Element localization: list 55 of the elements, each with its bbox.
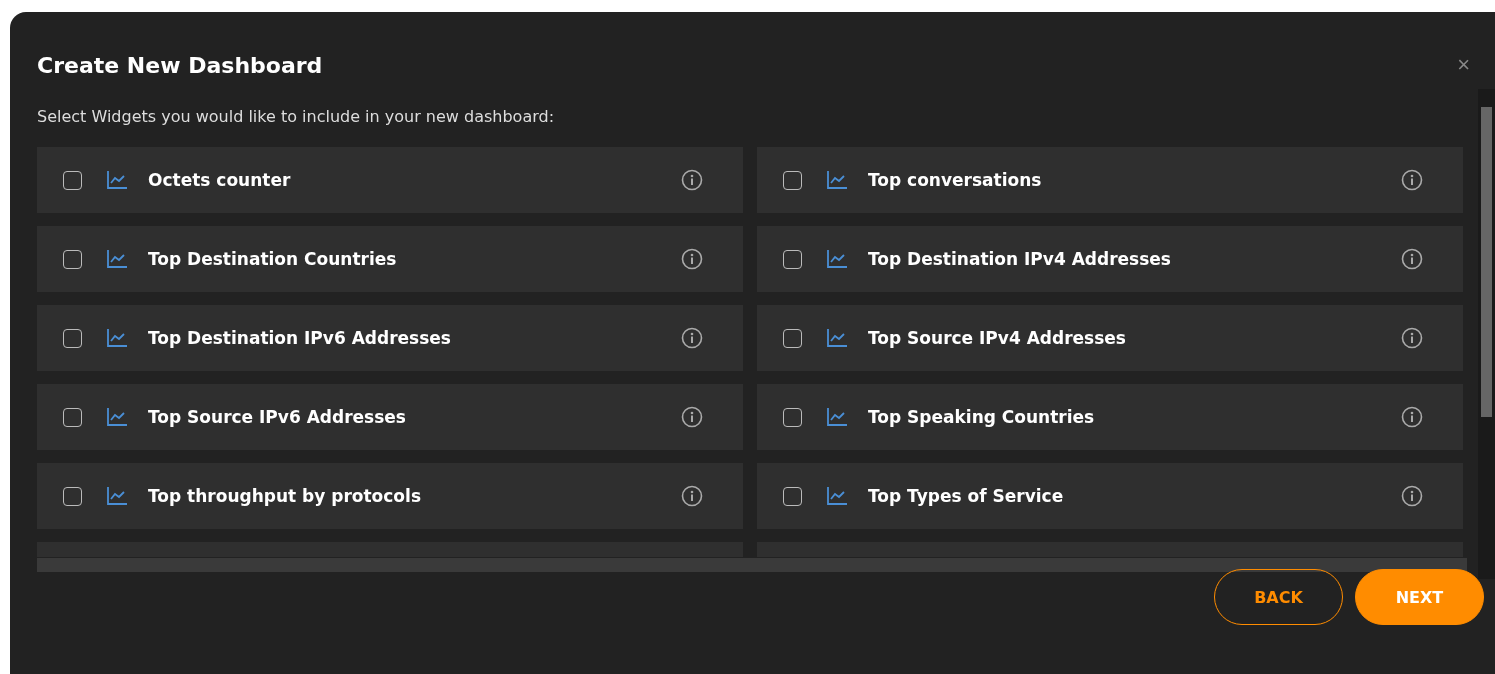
- info-icon[interactable]: [1401, 248, 1423, 270]
- line-chart-icon: [106, 328, 128, 348]
- instruction-text: Select Widgets you would like to include in your new dashboard:: [37, 107, 556, 127]
- info-icon[interactable]: [1401, 485, 1423, 507]
- widget-label: Top Types of Service: [868, 486, 1065, 506]
- checkbox[interactable]: [63, 170, 82, 190]
- widget-label: Octets counter: [148, 170, 292, 190]
- checkbox[interactable]: [783, 249, 802, 269]
- checkbox[interactable]: [783, 407, 802, 427]
- widget-label: Top Destination IPv4 Addresses: [868, 249, 1172, 269]
- vertical-scrollbar[interactable]: [1478, 89, 1495, 579]
- widget-card[interactable]: Top Types of Service: [757, 463, 1463, 529]
- widget-card[interactable]: Top Destination Countries: [37, 226, 743, 292]
- widget-label: Top Source IPv6 Addresses: [148, 407, 407, 427]
- widget-label: Top Destination Countries: [148, 249, 398, 269]
- checkbox[interactable]: [63, 249, 82, 269]
- info-icon[interactable]: [681, 248, 703, 270]
- checkbox[interactable]: [783, 486, 802, 506]
- info-icon[interactable]: [1401, 169, 1423, 191]
- info-icon[interactable]: [681, 485, 703, 507]
- close-button[interactable]: ×: [1457, 52, 1470, 78]
- line-chart-icon: [826, 249, 848, 269]
- widget-card[interactable]: Octets counter: [37, 147, 743, 213]
- dialog-title: Create New Dashboard: [37, 52, 323, 78]
- line-chart-icon: [106, 407, 128, 427]
- info-icon[interactable]: [1401, 327, 1423, 349]
- line-chart-icon: [826, 407, 848, 427]
- widget-label: Top Speaking Countries: [868, 407, 1096, 427]
- line-chart-icon: [826, 170, 848, 190]
- widget-card[interactable]: Top Destination IPv6 Addresses: [37, 305, 743, 371]
- widget-label: Top Destination IPv6 Addresses: [148, 328, 452, 348]
- checkbox[interactable]: [783, 328, 802, 348]
- widget-card[interactable]: Top Speaking Countries: [757, 384, 1463, 450]
- info-icon[interactable]: [1401, 406, 1423, 428]
- widget-card[interactable]: Top Source IPv4 Addresses: [757, 305, 1463, 371]
- widget-card[interactable]: Top Destination IPv4 Addresses: [757, 226, 1463, 292]
- widget-card[interactable]: Top throughput by protocols: [37, 463, 743, 529]
- info-icon[interactable]: [681, 327, 703, 349]
- widget-label: Top throughput by protocols: [148, 486, 422, 506]
- info-icon[interactable]: [681, 406, 703, 428]
- info-icon[interactable]: [681, 169, 703, 191]
- widget-label: Top Source IPv4 Addresses: [868, 328, 1127, 348]
- horizontal-scrollbar[interactable]: [37, 558, 1467, 572]
- widget-label: Top conversations: [868, 170, 1043, 190]
- line-chart-icon: [106, 170, 128, 190]
- checkbox[interactable]: [783, 170, 802, 190]
- line-chart-icon: [106, 486, 128, 506]
- checkbox[interactable]: [63, 407, 82, 427]
- line-chart-icon: [826, 486, 848, 506]
- widget-card[interactable]: Top conversations: [757, 147, 1463, 213]
- line-chart-icon: [106, 249, 128, 269]
- line-chart-icon: [826, 328, 848, 348]
- checkbox[interactable]: [63, 486, 82, 506]
- widget-card[interactable]: Top Source IPv6 Addresses: [37, 384, 743, 450]
- checkbox[interactable]: [63, 328, 82, 348]
